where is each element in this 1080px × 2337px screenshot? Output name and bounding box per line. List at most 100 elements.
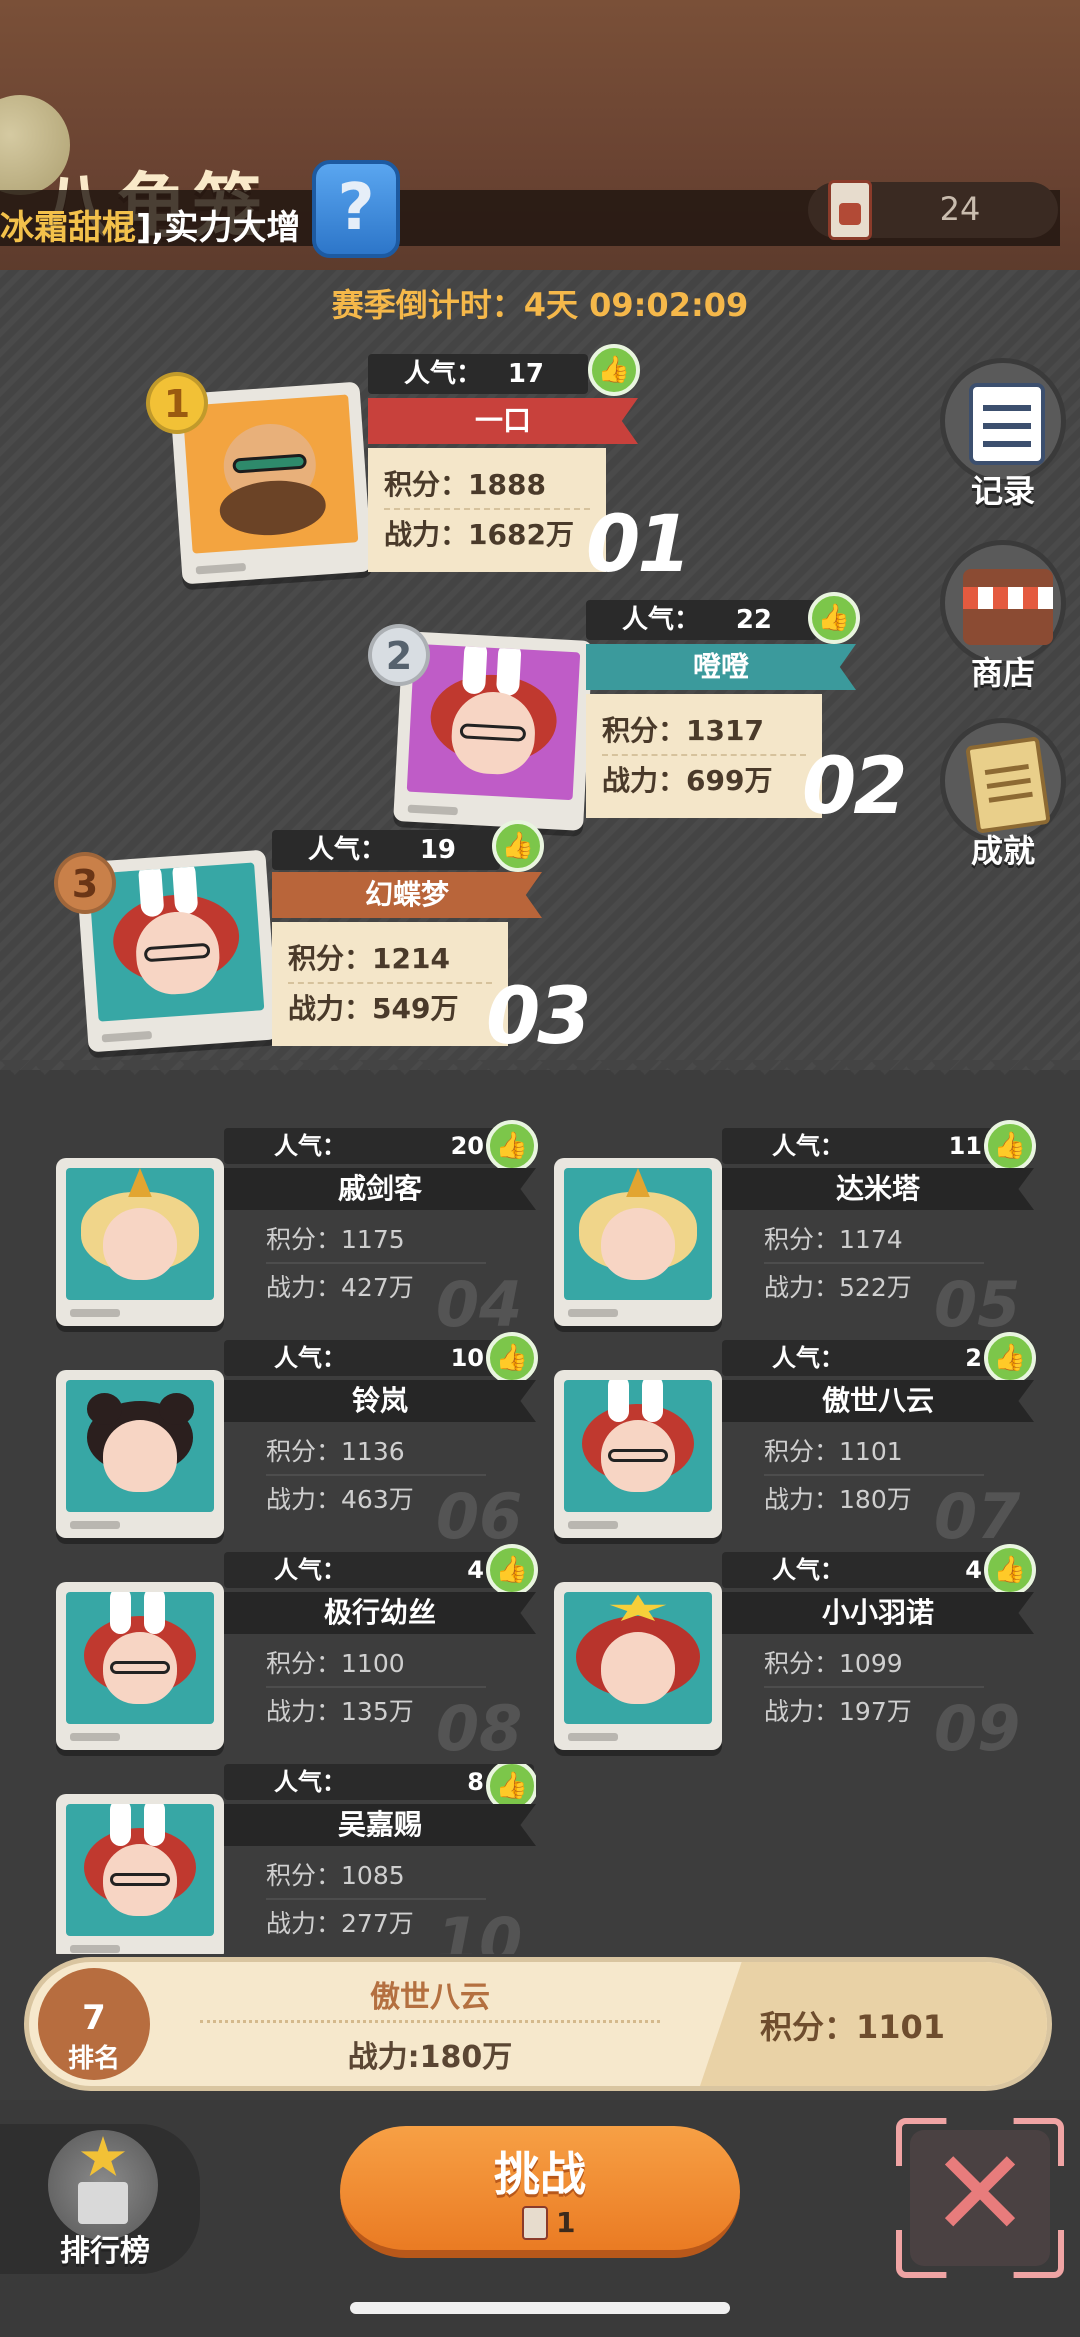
achievement-button[interactable]: 成就 (938, 718, 1068, 872)
like-button[interactable]: 👍 (486, 1332, 538, 1384)
popularity-label: 人气： (274, 1132, 346, 1160)
like-button[interactable]: 👍 (588, 344, 640, 396)
announcement-highlight: 冰霜甜棍 (0, 208, 136, 248)
achievement-label: 成就 (970, 832, 1035, 870)
rank-number: 10 (436, 1904, 523, 1954)
season-countdown: 赛季倒计时：4天 09:02:09 (331, 286, 749, 324)
power-value: 180万 (839, 1485, 912, 1514)
like-button[interactable]: 👍 (486, 1544, 538, 1596)
power-value: 135万 (341, 1697, 414, 1726)
score-value: 1317 (686, 714, 764, 747)
popularity-label: 人气： (772, 1132, 844, 1160)
ranking-card-5[interactable]: 人气： 11 👍 达米塔 积分：1174 战力：522万 05 (554, 1120, 1036, 1341)
player-portrait (56, 1582, 224, 1750)
home-indicator[interactable] (350, 2302, 730, 2314)
rank-number: 04 (436, 1268, 523, 1341)
score-row: 积分：1100 (266, 1640, 486, 1688)
ticket-count: 24 (939, 190, 981, 228)
avatar (564, 1168, 712, 1300)
like-button[interactable]: 👍 (486, 1120, 538, 1172)
power-label: 战力： (602, 764, 687, 797)
popularity-bar: 人气： 17 (368, 354, 588, 394)
my-rank-divider (200, 2020, 660, 2023)
avatar (406, 643, 581, 801)
player-portrait (554, 1158, 722, 1326)
player-name: 铃岚 (224, 1380, 536, 1422)
score-label: 积分： (266, 1225, 342, 1254)
rank-number: 07 (934, 1480, 1021, 1553)
power-value: 699万 (686, 764, 773, 797)
ranking-card-9[interactable]: 人气： 4 👍 小小羽诺 积分：1099 战力：197万 09 (554, 1544, 1036, 1765)
avatar (66, 1380, 214, 1512)
player-name: 傲世八云 (722, 1380, 1034, 1422)
popularity-value: 4 (965, 1556, 982, 1584)
record-label: 记录 (970, 472, 1035, 510)
like-button[interactable]: 👍 (984, 1120, 1036, 1172)
ticket-icon (828, 180, 872, 240)
ticket-icon (522, 2206, 548, 2240)
score-label: 积分： (384, 468, 469, 501)
player-stats: 积分：1888 战力：1682万 (368, 448, 606, 572)
record-button[interactable]: 记录 (938, 358, 1068, 512)
rank-number: 01 (586, 500, 692, 590)
like-button[interactable]: 👍 (984, 1544, 1036, 1596)
score-label: 积分： (602, 714, 687, 747)
like-button[interactable]: 👍 (984, 1332, 1036, 1384)
rank-medal: 1 (146, 372, 208, 434)
score-label: 积分： (764, 1225, 840, 1254)
score-row: 积分：1175 (266, 1216, 486, 1264)
ranking-card-6[interactable]: 人气： 10 👍 铃岚 积分：1136 战力：463万 06 (56, 1332, 538, 1553)
rank-number: 02 (802, 742, 908, 832)
shop-icon (963, 569, 1053, 645)
score-value: 1214 (372, 942, 450, 975)
power-label: 战力： (764, 1485, 840, 1514)
popularity-bar: 人气： 19 (272, 830, 500, 870)
avatar (66, 1592, 214, 1724)
power-label: 战力： (288, 992, 373, 1025)
shop-label: 商店 (970, 654, 1035, 692)
player-name: 一口 (368, 398, 638, 444)
power-label: 战力： (384, 518, 469, 551)
player-name: 极行幼丝 (224, 1592, 536, 1634)
popularity-bar: 人气： 22 (586, 600, 816, 640)
ranking-card-10[interactable]: 人气： 8 👍 吴嘉赐 积分：1085 战力：277万 10 (56, 1764, 536, 1954)
my-player-name: 傲世八云 (370, 1980, 490, 2015)
player-portrait (554, 1370, 722, 1538)
player-portrait (56, 1370, 224, 1538)
ranking-card-7[interactable]: 人气： 2 👍 傲世八云 积分：1101 战力：180万 07 (554, 1332, 1036, 1553)
power-label: 战力： (764, 1697, 840, 1726)
trophy-icon (48, 2130, 158, 2240)
score-label: 积分： (266, 1861, 342, 1890)
rank-number: 06 (436, 1480, 523, 1553)
score-value: 1888 (468, 468, 546, 501)
ranking-card-8[interactable]: 人气： 4 👍 极行幼丝 积分：1100 战力：135万 08 (56, 1544, 538, 1765)
like-button[interactable]: 👍 (492, 820, 544, 872)
clipboard-icon (965, 736, 1051, 834)
popularity-value: 10 (450, 1344, 484, 1372)
power-value: 197万 (839, 1697, 912, 1726)
player-name: 小小羽诺 (722, 1592, 1034, 1634)
popularity-value: 19 (419, 835, 456, 865)
score-label: 积分： (764, 1437, 840, 1466)
score-value: 1174 (839, 1225, 903, 1254)
popularity-label: 人气： (772, 1556, 844, 1584)
help-button[interactable]: ? (312, 160, 400, 258)
avatar (564, 1380, 712, 1512)
popularity-value: 2 (965, 1344, 982, 1372)
ranking-card-4[interactable]: 人气： 20 👍 戚剑客 积分：1175 战力：427万 04 (56, 1120, 538, 1341)
score-label: 积分： (288, 942, 373, 975)
leaderboard-label: 排行榜 (60, 2234, 150, 2269)
player-portrait (554, 1582, 722, 1750)
power-label: 战力： (266, 1909, 342, 1938)
score-row: 积分：1099 (764, 1640, 984, 1688)
my-rank-label: 排名 (67, 2044, 120, 2074)
close-button[interactable]: ✕ (910, 2130, 1050, 2266)
like-button[interactable]: 👍 (808, 592, 860, 644)
rank-medal: 2 (368, 624, 430, 686)
announcement-text: 冰霜甜棍],实力大增 (0, 200, 300, 249)
popularity-label: 人气： (274, 1344, 346, 1372)
announcement-message: ],实力大增 (136, 208, 301, 248)
shop-button[interactable]: 商店 (938, 540, 1068, 694)
player-portrait (56, 1794, 224, 1954)
rank-medal: 3 (54, 852, 116, 914)
